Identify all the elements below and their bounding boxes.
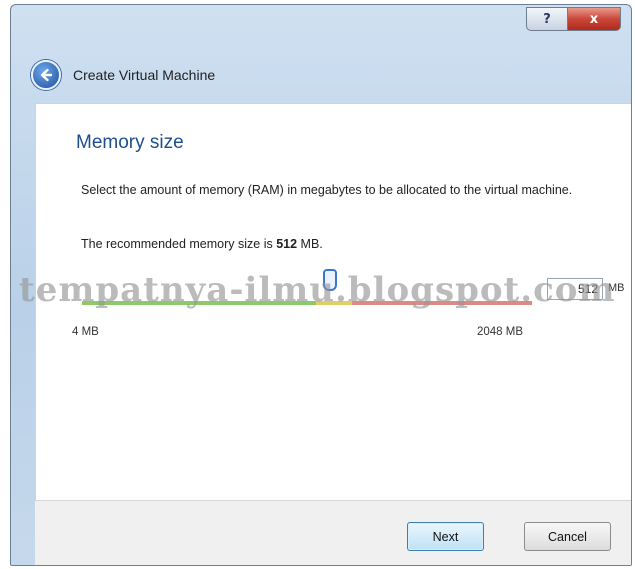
memory-unit-label: MB [608,282,625,294]
dialog-window: ? x Create Virtual Machine Memory size S… [10,4,632,566]
dialog-header: Create Virtual Machine [31,60,215,90]
memory-size-input[interactable] [547,278,603,300]
cancel-button[interactable]: Cancel [524,522,611,551]
recommended-value: 512 [276,237,298,251]
slider-handle[interactable] [323,269,338,291]
recommended-prefix: The recommended memory size is [81,237,277,251]
back-button[interactable] [31,60,61,90]
dialog-title: Create Virtual Machine [73,67,216,83]
back-arrow-icon [40,68,53,82]
page-title: Memory size [76,132,184,153]
next-button[interactable]: Next [407,522,484,551]
slider-segment-danger [352,301,532,305]
close-button[interactable]: x [568,7,621,31]
slider-max-label: 2048 MB [477,326,524,338]
description-text: Select the amount of memory (RAM) in meg… [81,183,573,197]
dialog-footer: Next Cancel [35,500,631,565]
title-bar-buttons: ? x [526,7,621,31]
content-panel: Memory size Select the amount of memory … [35,103,631,565]
slider-track [82,301,532,305]
slider-min-label: 4 MB [72,326,99,338]
help-button[interactable]: ? [526,7,568,31]
recommended-text: The recommended memory size is 512 MB. [81,237,323,251]
slider-segment-ok [82,301,316,305]
recommended-suffix: MB. [297,237,323,251]
memory-slider[interactable] [82,269,532,307]
slider-segment-warn [316,301,352,305]
